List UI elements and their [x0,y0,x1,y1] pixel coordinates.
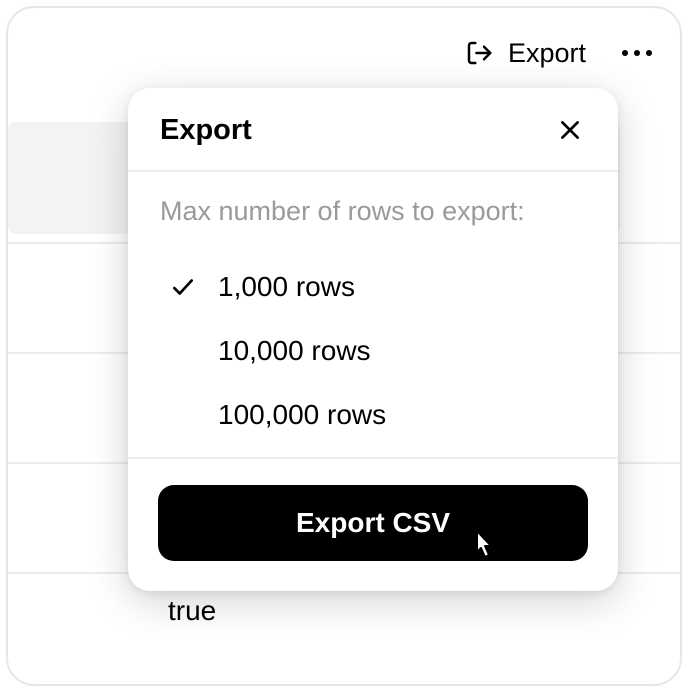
export-csv-label: Export CSV [296,507,450,538]
more-menu-button[interactable] [614,42,660,64]
dialog-header: Export [128,88,618,172]
row-option-100000[interactable]: 100,000 rows [160,383,586,447]
export-dialog: Export Max number of rows to export: [128,88,618,591]
export-icon [464,38,494,68]
option-label: 10,000 rows [218,335,371,367]
row-option-1000[interactable]: 1,000 rows [160,255,586,319]
ellipsis-icon [634,50,640,56]
ellipsis-icon [622,50,628,56]
close-icon [557,117,583,143]
export-csv-button[interactable]: Export CSV [158,485,588,561]
export-button-label: Export [508,38,586,69]
close-button[interactable] [552,112,588,148]
option-label: 100,000 rows [218,399,386,431]
dialog-body: Max number of rows to export: 1,000 rows… [128,172,618,457]
check-icon [168,274,198,300]
option-label: 1,000 rows [218,271,355,303]
table-cell-value: true [168,595,216,627]
dialog-prompt: Max number of rows to export: [160,196,586,227]
row-option-10000[interactable]: 10,000 rows [160,319,586,383]
dialog-title: Export [160,114,252,147]
app-window: Export true Export [6,6,682,686]
toolbar: Export [8,8,680,98]
export-button[interactable]: Export [464,38,586,69]
dialog-footer: Export CSV [128,457,618,591]
ellipsis-icon [646,50,652,56]
